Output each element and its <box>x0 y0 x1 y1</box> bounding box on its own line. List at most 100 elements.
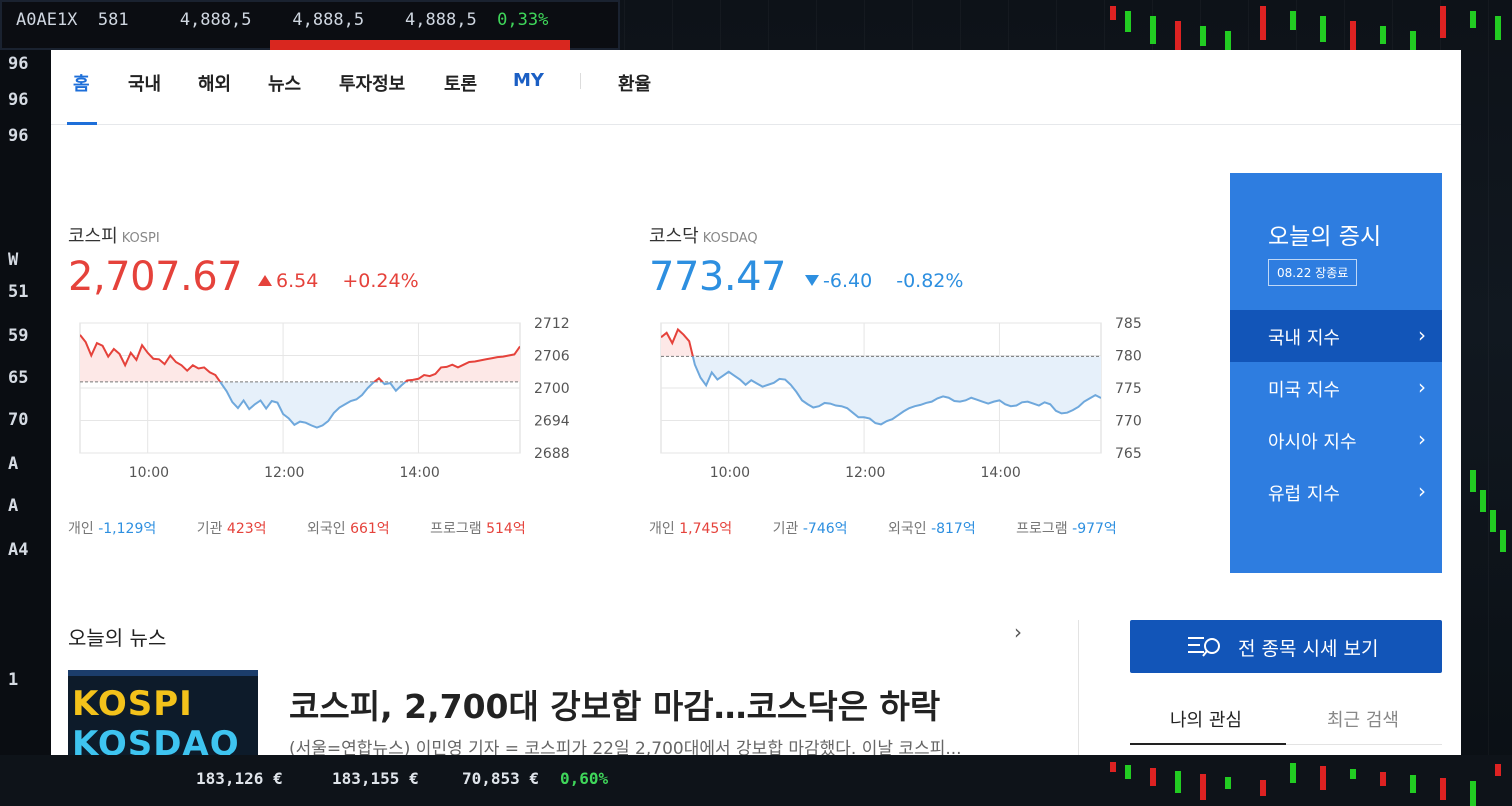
background-candle <box>1200 26 1206 46</box>
background-ticker: A0AE1X 581 4,888,5 4,888,5 4,888,5 0,33% <box>0 0 620 54</box>
background-candle <box>1380 772 1386 786</box>
data-point <box>339 407 340 408</box>
background-candle <box>1260 780 1266 796</box>
tab-watchlist[interactable]: 나의 관심 <box>1170 706 1242 732</box>
data-point <box>305 422 306 423</box>
data-point <box>999 400 1000 401</box>
data-point <box>130 352 131 353</box>
kospi-chart[interactable]: 2712 2706 2700 2694 2688 10:00 12:00 14:00 <box>68 308 588 488</box>
news-headline[interactable]: 코스피, 2,700대 강보합 마감…코스닥은 하락 <box>289 680 940 728</box>
background-candle <box>1150 768 1156 786</box>
data-point <box>677 329 678 330</box>
data-point <box>333 412 334 413</box>
data-point <box>136 359 137 360</box>
data-point <box>260 400 261 401</box>
data-point <box>920 404 921 405</box>
news-more-chevron-icon[interactable]: › <box>1014 620 1022 644</box>
data-point <box>830 403 831 404</box>
data-point <box>739 379 740 380</box>
y-tick-label: 775 <box>1115 381 1142 397</box>
background-candle <box>1480 490 1486 512</box>
data-point <box>113 348 114 349</box>
tab-news[interactable]: 뉴스 <box>268 70 301 96</box>
data-point <box>1089 398 1090 399</box>
tab-recent-search[interactable]: 최근 검색 <box>1327 706 1399 732</box>
kosdaq-investors: 개인 1,745억 기관 -746억 외국인 -817억 프로그램 -977억 <box>649 521 1117 537</box>
data-point <box>768 384 769 385</box>
data-point <box>181 365 182 366</box>
data-point <box>683 334 684 335</box>
kospi-name: 코스피 <box>68 226 118 247</box>
tab-my[interactable]: MY <box>513 70 544 91</box>
nav-divider <box>580 73 581 89</box>
background-candle <box>1110 6 1116 20</box>
market-item-us[interactable]: 미국 지수 › <box>1230 362 1442 414</box>
data-point <box>108 356 109 357</box>
data-point <box>1095 395 1096 396</box>
data-point <box>841 406 842 407</box>
data-point <box>299 421 300 422</box>
data-point <box>1010 406 1011 407</box>
kosdaq-chart[interactable]: 785 780 775 770 765 10:00 12:00 14:00 <box>649 308 1169 488</box>
market-item-domestic[interactable]: 국내 지수 › <box>1230 310 1442 362</box>
data-point <box>187 370 188 371</box>
background-left-strip: 96 96 96 W 51 59 65 70 A A A4 1 <box>0 50 51 755</box>
data-point <box>1061 413 1062 414</box>
data-point <box>931 401 932 402</box>
data-point <box>170 355 171 356</box>
all-quotes-button[interactable]: 전 종목 시세 보기 <box>1130 620 1442 673</box>
news-summary[interactable]: (서울=연합뉴스) 이민영 기자 = 코스피가 22일 2,700대에서 강보합… <box>289 734 962 755</box>
data-point <box>514 354 515 355</box>
data-point <box>858 417 859 418</box>
kospi-summary[interactable]: 코스피 KOSPI 2,707.67 6.54 +0.24% <box>68 222 548 300</box>
tab-domestic[interactable]: 국내 <box>128 70 161 96</box>
data-point <box>311 425 312 426</box>
data-point <box>954 400 955 401</box>
data-point <box>446 366 447 367</box>
background-candle <box>1440 6 1446 38</box>
data-point <box>322 425 323 426</box>
data-point <box>356 399 357 400</box>
data-point <box>243 400 244 401</box>
y-tick-label: 2712 <box>534 316 570 332</box>
background-candle <box>1200 774 1206 800</box>
y-tick-label: 2694 <box>534 414 570 430</box>
tab-exchange-rate[interactable]: 환율 <box>618 70 651 96</box>
data-point <box>914 406 915 407</box>
data-point <box>971 397 972 398</box>
x-tick-label: 12:00 <box>845 465 885 481</box>
data-point <box>1038 405 1039 406</box>
tab-home[interactable]: 홈 <box>73 70 90 96</box>
data-point <box>192 365 193 366</box>
background-candle <box>1125 11 1131 32</box>
background-candle <box>1490 510 1496 532</box>
chevron-right-icon: › <box>1418 479 1426 503</box>
data-point <box>672 343 673 344</box>
data-point <box>869 418 870 419</box>
data-point <box>519 346 520 347</box>
data-point <box>226 391 227 392</box>
background-candle <box>1175 771 1181 793</box>
data-point <box>412 379 413 380</box>
top-nav: 홈 국내 해외 뉴스 투자정보 토론 MY 환율 <box>51 50 1461 125</box>
data-point <box>502 356 503 357</box>
kosdaq-summary[interactable]: 코스닥 KOSDAQ 773.47 -6.40 -0.82% <box>649 222 1129 300</box>
data-point <box>875 423 876 424</box>
x-tick-label: 12:00 <box>264 465 304 481</box>
data-point <box>209 372 210 373</box>
kospi-investors: 개인 -1,129억 기관 423억 외국인 661억 프로그램 514억 <box>68 521 526 537</box>
market-item-europe[interactable]: 유럽 지수 › <box>1230 466 1442 518</box>
data-point <box>965 400 966 401</box>
data-point <box>204 367 205 368</box>
data-point <box>807 404 808 405</box>
y-tick-label: 2706 <box>534 349 570 365</box>
data-point <box>401 385 402 386</box>
tab-invest-info[interactable]: 투자정보 <box>339 70 405 96</box>
x-tick-label: 10:00 <box>710 465 750 481</box>
tab-discussion[interactable]: 토론 <box>444 70 477 96</box>
data-point <box>474 361 475 362</box>
data-point <box>948 397 949 398</box>
market-item-asia[interactable]: 아시아 지수 › <box>1230 414 1442 466</box>
tab-overseas[interactable]: 해외 <box>198 70 231 96</box>
news-thumbnail[interactable]: KOSPI KOSDAQ <box>68 670 258 755</box>
